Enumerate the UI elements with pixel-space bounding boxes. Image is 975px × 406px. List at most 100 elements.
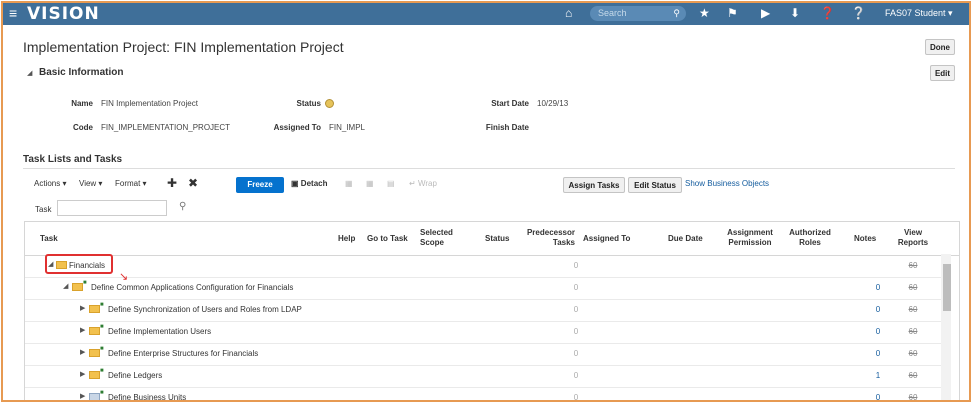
table-row[interactable]: ▶ ■ Define Enterprise Structures for Fin… — [25, 343, 941, 366]
show-business-objects-link[interactable]: Show Business Objects — [685, 179, 769, 188]
predecessor-count: 0 — [573, 261, 579, 270]
col-selected-scope[interactable]: Selected Scope — [420, 228, 464, 248]
view-reports-icon[interactable]: 60 — [901, 305, 925, 314]
col-assignment-permission[interactable]: Assignment Permission — [722, 228, 778, 248]
collapse-triangle-icon[interactable]: ◢ — [27, 69, 32, 77]
notes-count[interactable]: 1 — [873, 371, 883, 380]
assign-tasks-button[interactable]: Assign Tasks — [563, 177, 625, 193]
col-view-reports[interactable]: View Reports — [891, 228, 935, 248]
task-marker-icon: ■ — [100, 368, 104, 374]
view-reports-icon[interactable]: 60 — [901, 283, 925, 292]
table-row[interactable]: ▶ ■ Define Synchronization of Users and … — [25, 299, 941, 322]
col-due-date[interactable]: Due Date — [668, 234, 703, 244]
scrollbar-thumb[interactable] — [943, 264, 951, 311]
task-marker-icon: ■ — [100, 390, 104, 396]
hierarchy-icon[interactable]: ▤ — [387, 179, 395, 188]
play-icon[interactable]: ▶ — [761, 6, 770, 20]
collapse-triangle-icon[interactable]: ◢ — [63, 282, 68, 290]
favorites-star-icon[interactable]: ★ — [699, 6, 710, 20]
view-menu[interactable]: View ▾ — [79, 179, 102, 188]
help-circle-icon[interactable]: ❔ — [851, 6, 866, 20]
col-help[interactable]: Help — [338, 234, 355, 244]
wrap-button[interactable]: ↵ Wrap — [409, 179, 437, 188]
task-name[interactable]: Define Business Units — [108, 393, 186, 400]
flag-icon[interactable]: ⚑ — [727, 6, 738, 20]
user-menu[interactable]: FAS07 Student ▾ — [885, 8, 953, 19]
view-reports-icon[interactable]: 60 — [901, 371, 925, 380]
notes-count[interactable]: 0 — [873, 349, 883, 358]
task-name[interactable]: Define Common Applications Configuration… — [91, 283, 293, 292]
expand-triangle-icon[interactable]: ▶ — [80, 392, 85, 400]
table-row[interactable]: ◢ Financials 0 60 — [25, 255, 941, 278]
col-notes[interactable]: Notes — [854, 234, 876, 244]
divider — [23, 168, 955, 169]
col-assigned-to[interactable]: Assigned To — [583, 234, 630, 244]
view-reports-icon[interactable]: 60 — [901, 393, 925, 400]
task-name[interactable]: Define Enterprise Structures for Financi… — [108, 349, 258, 358]
predecessor-count: 0 — [573, 349, 579, 358]
expand-triangle-icon[interactable]: ▶ — [80, 370, 85, 378]
help-icon[interactable]: ❓ — [820, 6, 835, 20]
folder-icon — [89, 349, 100, 357]
notes-count[interactable]: 0 — [873, 305, 883, 314]
edit-status-button[interactable]: Edit Status — [628, 177, 682, 193]
folder-icon — [89, 327, 100, 335]
table-header: Task Help Go to Task Selected Scope Stat… — [25, 222, 959, 256]
table-row[interactable]: ▶ ■ Define Ledgers 0 1 60 — [25, 365, 941, 388]
actions-menu[interactable]: Actions ▾ — [34, 179, 66, 188]
status-label: Status — [296, 99, 321, 108]
task-name[interactable]: Define Implementation Users — [108, 327, 211, 336]
notes-count[interactable]: 0 — [873, 393, 883, 400]
global-header: ≡ VISION ⌂ Search ⚲ ★ ⚑ ▶ ⬇ ❓ ❔ FAS07 St… — [3, 3, 969, 25]
expand-triangle-icon[interactable]: ▶ — [80, 348, 85, 356]
expand-triangle-icon[interactable]: ▶ — [80, 304, 85, 312]
brand-logo[interactable]: VISION — [27, 4, 100, 24]
code-value: FIN_IMPLEMENTATION_PROJECT — [101, 123, 231, 132]
table-row[interactable]: ▶ ■ Define Business Units 0 0 60 — [25, 387, 941, 400]
folder-icon — [72, 283, 83, 291]
search-icon[interactable]: ⚲ — [179, 201, 186, 212]
col-authorized-roles[interactable]: Authorized Roles — [787, 228, 833, 248]
task-filter-label: Task — [35, 205, 52, 214]
search-input[interactable]: Search ⚲ — [590, 6, 686, 21]
format-menu[interactable]: Format ▾ — [115, 179, 147, 188]
edit-button[interactable]: Edit — [930, 65, 955, 81]
notes-count[interactable]: 0 — [873, 327, 883, 336]
freeze-button[interactable]: Freeze — [236, 177, 284, 193]
task-marker-icon: ■ — [100, 324, 104, 330]
add-icon[interactable]: ✚ — [167, 176, 177, 190]
view-reports-icon[interactable]: 60 — [901, 349, 925, 358]
predecessor-count: 0 — [573, 371, 579, 380]
task-list-icon — [89, 393, 100, 400]
home-icon[interactable]: ⌂ — [565, 6, 572, 20]
table-row[interactable]: ◢ ■ Define Common Applications Configura… — [25, 277, 941, 300]
view-reports-icon[interactable]: 60 — [901, 327, 925, 336]
col-status[interactable]: Status — [485, 234, 509, 244]
col-task[interactable]: Task — [40, 234, 58, 244]
col-go-to-task[interactable]: Go to Task — [367, 234, 408, 244]
tasks-heading: Task Lists and Tasks — [23, 154, 123, 165]
delete-icon[interactable]: ✖ — [188, 176, 198, 190]
detach-icon: ▣ — [291, 179, 299, 188]
finish-date-label: Finish Date — [485, 123, 529, 132]
notes-count[interactable]: 0 — [873, 283, 883, 292]
table-row[interactable]: ▶ ■ Define Implementation Users 0 0 60 — [25, 321, 941, 344]
predecessor-count: 0 — [573, 305, 579, 314]
predecessor-count: 0 — [573, 327, 579, 336]
task-filter-input[interactable] — [57, 200, 167, 216]
task-table: Task Help Go to Task Selected Scope Stat… — [24, 221, 960, 400]
menu-icon[interactable]: ≡ — [9, 6, 17, 20]
download-icon[interactable]: ⬇ — [790, 6, 800, 20]
search-icon[interactable]: ⚲ — [673, 6, 680, 21]
expand-triangle-icon[interactable]: ▶ — [80, 326, 85, 334]
col-predecessor-tasks[interactable]: Predecessor Tasks — [519, 228, 575, 248]
done-button[interactable]: Done — [925, 39, 955, 55]
task-marker-icon: ■ — [83, 280, 87, 286]
task-name[interactable]: Define Synchronization of Users and Role… — [108, 305, 302, 314]
highlight-box — [45, 254, 113, 274]
detach-button[interactable]: ▣ Detach — [291, 179, 327, 188]
expand-icon[interactable]: ▦ — [345, 179, 353, 188]
task-name[interactable]: Define Ledgers — [108, 371, 162, 380]
collapse-icon[interactable]: ▦ — [366, 179, 374, 188]
view-reports-icon[interactable]: 60 — [901, 261, 925, 270]
